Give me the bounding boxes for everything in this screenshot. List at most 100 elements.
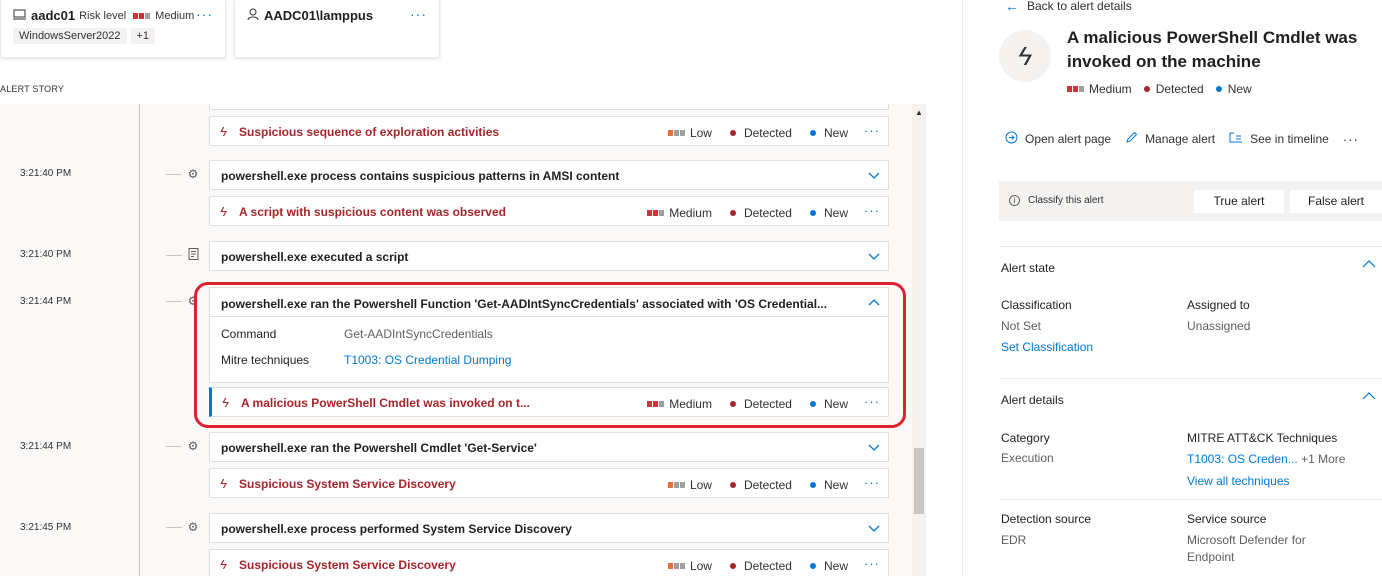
alert-status: Detected: [743, 478, 792, 492]
divider: [999, 246, 1382, 247]
alert-state: New: [823, 206, 848, 220]
status-dot-icon: [729, 130, 736, 136]
user-card[interactable]: AADC01\lamppus ···: [234, 0, 440, 58]
event-title[interactable]: powershell.exe process contains suspicio…: [221, 169, 619, 183]
back-label[interactable]: Back to alert details: [1027, 0, 1132, 13]
event-time: 3:21:44 PM: [20, 296, 72, 307]
event-card[interactable]: powershell.exe process contains suspicio…: [209, 160, 889, 190]
chevron-down-icon[interactable]: [868, 441, 880, 453]
manage-alert-label: Manage alert: [1145, 132, 1216, 146]
script-icon: [186, 248, 200, 262]
status-dot-icon: [729, 482, 736, 488]
alert-title[interactable]: Suspicious System Service Discovery: [239, 477, 456, 491]
alert-severity: Medium: [669, 206, 712, 220]
view-all-techniques-link[interactable]: View all techniques: [1187, 473, 1290, 490]
chevron-down-icon[interactable]: [868, 169, 880, 181]
set-classification-link[interactable]: Set Classification: [1001, 339, 1093, 356]
chevron-down-icon[interactable]: [868, 522, 880, 534]
mitre-technique-link[interactable]: T1003: OS Creden...: [1187, 452, 1298, 466]
event-title[interactable]: powershell.exe executed a script: [221, 250, 408, 264]
event-card[interactable]: [209, 104, 889, 110]
pane-title: A malicious PowerShell Cmdlet was invoke…: [1067, 28, 1358, 71]
alert-more-button[interactable]: ···: [864, 203, 880, 218]
detection-source-label: Detection source: [1001, 512, 1092, 526]
divider: [999, 378, 1382, 379]
alert-row[interactable]: ϟ Suspicious sequence of exploration act…: [209, 116, 889, 146]
open-alert-page-button[interactable]: Open alert page: [1005, 131, 1111, 147]
pane-status: Detected: [1155, 82, 1204, 96]
alert-status: Detected: [743, 559, 792, 573]
alert-more-button[interactable]: ···: [864, 475, 880, 490]
user-name[interactable]: AADC01\lamppus: [264, 8, 373, 23]
user-icon: [247, 8, 259, 23]
see-in-timeline-button[interactable]: See in timeline: [1229, 131, 1329, 147]
back-link[interactable]: ← Back to alert details: [1005, 0, 1132, 14]
true-alert-button[interactable]: True alert: [1194, 190, 1284, 213]
event-title[interactable]: powershell.exe process performed System …: [221, 522, 572, 536]
severity-bars-icon: [667, 482, 685, 488]
device-card[interactable]: aadc01 Risk level Medium ··· WindowsServ…: [0, 0, 226, 58]
event-card[interactable]: powershell.exe executed a script: [209, 241, 889, 271]
alert-title[interactable]: Suspicious System Service Discovery: [239, 558, 456, 572]
event-card[interactable]: powershell.exe ran the Powershell Cmdlet…: [209, 432, 889, 462]
mitre-more-link[interactable]: +1 More: [1301, 452, 1345, 466]
lightning-icon: ϟ: [220, 476, 227, 491]
lightning-icon: ϟ: [220, 124, 227, 139]
severity-bars-icon: [667, 130, 685, 136]
assigned-to-label: Assigned to: [1187, 298, 1250, 312]
scroll-up-icon[interactable]: ▲: [915, 108, 923, 117]
pane-state: New: [1227, 82, 1252, 96]
chevron-up-icon[interactable]: [1362, 391, 1376, 406]
severity-bars-icon: [667, 563, 685, 569]
alert-state: New: [823, 478, 848, 492]
assigned-to-value: Unassigned: [1187, 319, 1251, 333]
alert-title[interactable]: A script with suspicious content was obs…: [239, 205, 506, 219]
pane-severity: Medium: [1089, 82, 1132, 96]
chevron-down-icon[interactable]: [868, 250, 880, 262]
alert-status: Detected: [743, 206, 792, 220]
event-time: 3:21:40 PM: [20, 249, 72, 260]
severity-bars-icon: [647, 210, 665, 216]
timeline-scrollbar[interactable]: ▲: [912, 104, 926, 576]
event-time: 3:21:45 PM: [20, 522, 72, 533]
event-time: 3:21:44 PM: [20, 441, 72, 452]
alert-more-button[interactable]: ···: [864, 123, 880, 138]
device-tag-more[interactable]: +1: [130, 28, 156, 44]
device-more-button[interactable]: ···: [196, 6, 213, 22]
category-value: Execution: [1001, 451, 1054, 465]
info-icon: i: [1009, 195, 1020, 206]
user-more-button[interactable]: ···: [410, 6, 427, 22]
alert-severity: Low: [689, 559, 712, 573]
mitre-label: MITRE ATT&CK Techniques: [1187, 431, 1338, 445]
event-time: 3:21:40 PM: [20, 168, 72, 179]
alert-row[interactable]: ϟ Suspicious System Service Discovery Lo…: [209, 468, 889, 498]
severity-bars-icon: [133, 12, 151, 19]
alert-row[interactable]: ϟ Suspicious System Service Discovery Lo…: [209, 549, 889, 576]
alert-title[interactable]: Suspicious sequence of exploration activ…: [239, 125, 499, 139]
category-label: Category: [1001, 431, 1050, 445]
chevron-up-icon[interactable]: [1362, 259, 1376, 274]
timeline-line: [139, 104, 140, 576]
arrow-circle-icon: [1005, 131, 1018, 147]
device-name[interactable]: aadc01: [31, 8, 75, 23]
lightning-icon: ϟ: [220, 204, 227, 219]
state-dot-icon: [809, 210, 816, 216]
alert-more-button[interactable]: ···: [864, 556, 880, 571]
timeline-connector: [166, 255, 182, 256]
service-source-value: Microsoft Defender for Endpoint: [1187, 533, 1306, 564]
event-title[interactable]: powershell.exe ran the Powershell Cmdlet…: [221, 441, 537, 455]
alert-details-title[interactable]: Alert details: [1001, 393, 1064, 407]
detection-source-value: EDR: [1001, 533, 1027, 547]
alert-severity: Low: [689, 126, 712, 140]
pane-more-button[interactable]: ···: [1343, 132, 1359, 147]
false-alert-button[interactable]: False alert: [1290, 190, 1382, 213]
state-dot-icon: [809, 130, 816, 136]
manage-alert-button[interactable]: Manage alert: [1125, 131, 1215, 147]
timeline-connector: [166, 301, 182, 302]
process-icon: ⚙: [187, 167, 199, 181]
event-card[interactable]: powershell.exe process performed System …: [209, 513, 889, 543]
scrollbar-thumb[interactable]: [914, 448, 924, 514]
alert-row[interactable]: ϟ A script with suspicious content was o…: [209, 196, 889, 226]
status-dot-icon: [1143, 86, 1150, 92]
alert-state-title[interactable]: Alert state: [1001, 261, 1055, 275]
